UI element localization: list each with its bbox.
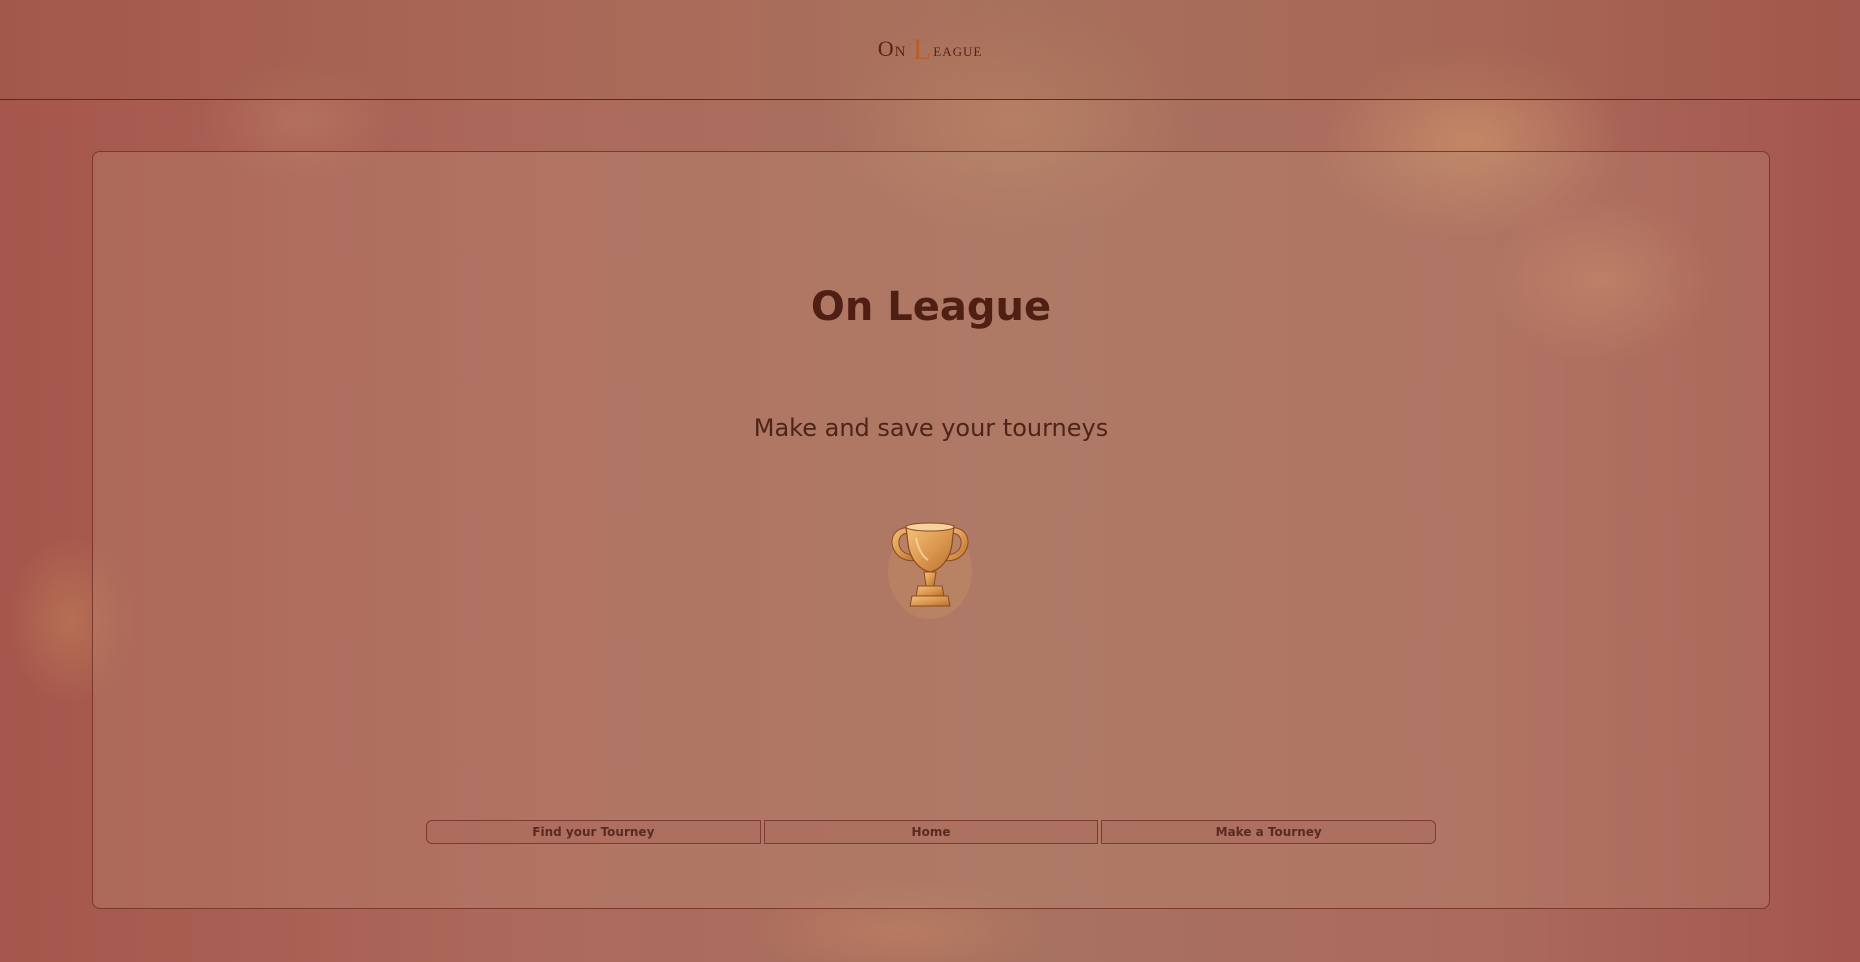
logo-text-league: eague — [933, 40, 983, 60]
top-header: On League — [0, 0, 1860, 100]
page-subtitle: Make and save your tourneys — [753, 414, 1109, 442]
make-tourney-button[interactable]: Make a Tourney — [1101, 820, 1437, 844]
bottom-nav: Find your Tourney Home Make a Tourney — [426, 820, 1437, 844]
trophy-icon — [880, 516, 980, 620]
main-card: On League Make and save your tourneys Fi… — [92, 151, 1770, 909]
home-button[interactable]: Home — [763, 820, 1099, 844]
logo-l-mark: L — [912, 33, 933, 66]
page-title: On League — [810, 284, 1052, 330]
logo-text-on: On — [877, 36, 907, 61]
find-tourney-button[interactable]: Find your Tourney — [426, 820, 761, 844]
header-logo[interactable]: On League — [0, 33, 1860, 66]
